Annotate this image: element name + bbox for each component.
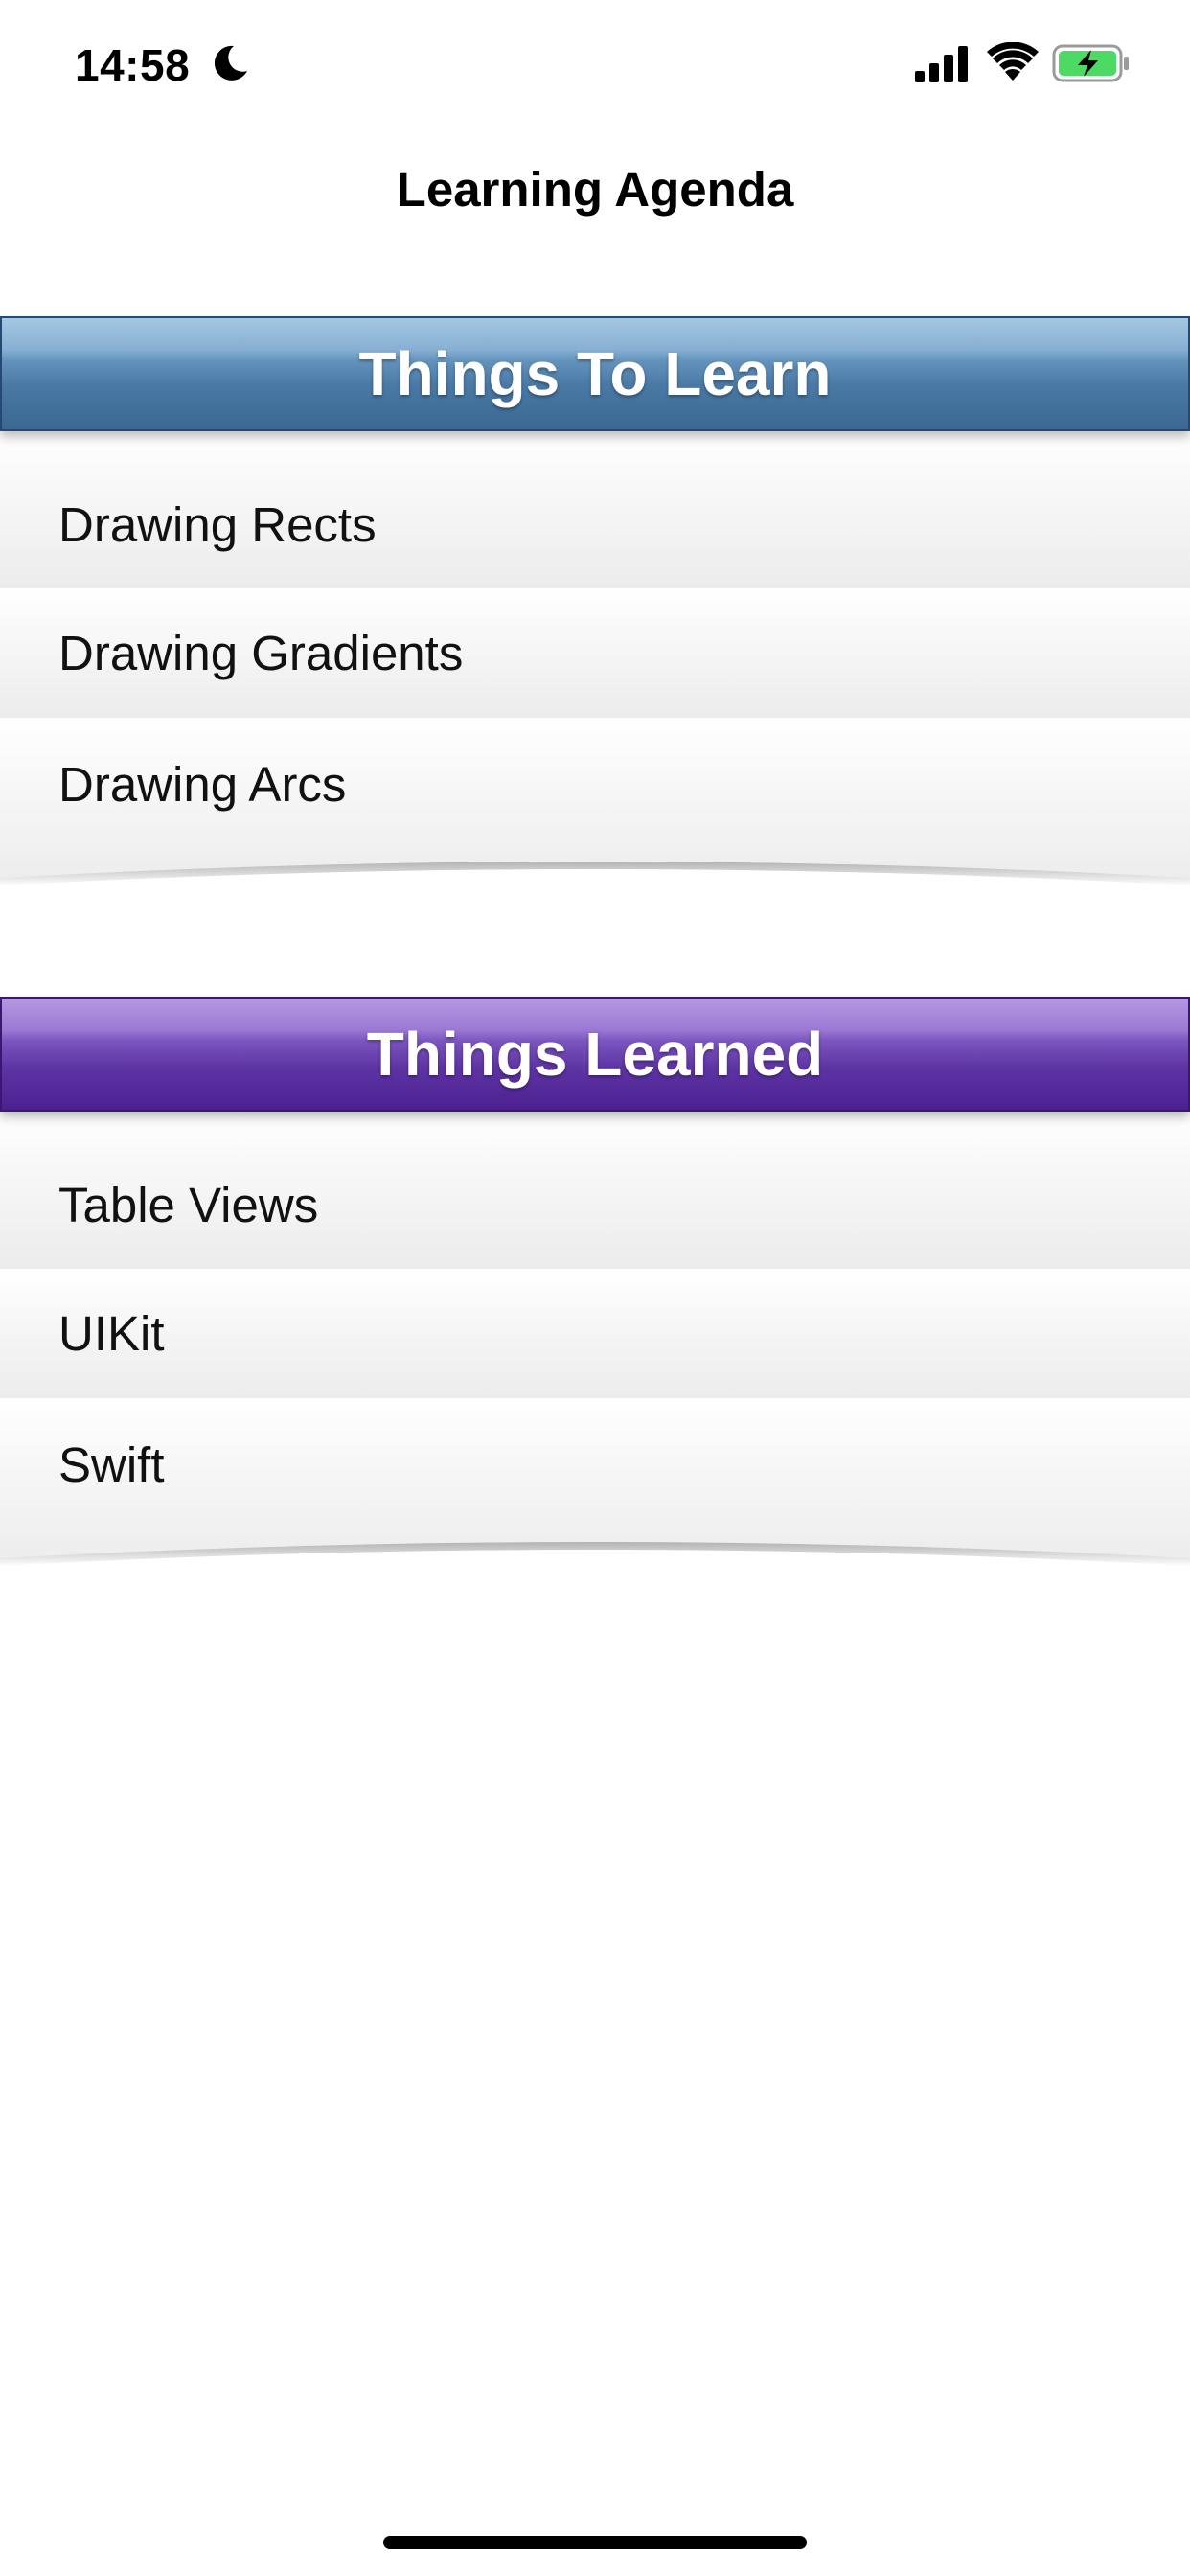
list-item-label: Drawing Gradients [58,626,464,680]
list-item[interactable]: UIKit [0,1269,1190,1398]
list-item-label: UIKit [58,1306,165,1361]
list-item[interactable]: Table Views [0,1112,1190,1269]
list-item[interactable]: Drawing Rects [0,431,1190,588]
list-item-label: Drawing Arcs [58,756,347,812]
page-title: Learning Agenda [396,162,794,217]
section-things-to-learn: Drawing Rects Drawing Gradients Drawing … [0,431,1190,891]
section-title: Things To Learn [358,339,832,408]
section-things-learned: Table Views UIKit Swift [0,1112,1190,1572]
list-item-label: Swift [58,1437,165,1492]
cellular-signal-icon [915,46,968,82]
section-header-things-learned: Things Learned [0,997,1190,1112]
wifi-icon [987,42,1039,80]
section-footer-curl [0,862,1190,891]
section-title: Things Learned [366,1020,824,1089]
screen: 14:58 Learning Agenda Things To Learn Dr… [0,0,1190,2576]
list-item-label: Drawing Rects [58,496,377,552]
moon-icon [214,45,247,80]
section-footer-curl [0,1542,1190,1572]
home-indicator[interactable] [383,2536,807,2549]
list-item[interactable]: Drawing Gradients [0,588,1190,718]
section-header-things-to-learn: Things To Learn [0,316,1190,431]
battery-charging-icon [1052,44,1129,82]
status-time: 14:58 [75,40,191,90]
list-item-label: Table Views [58,1177,319,1232]
